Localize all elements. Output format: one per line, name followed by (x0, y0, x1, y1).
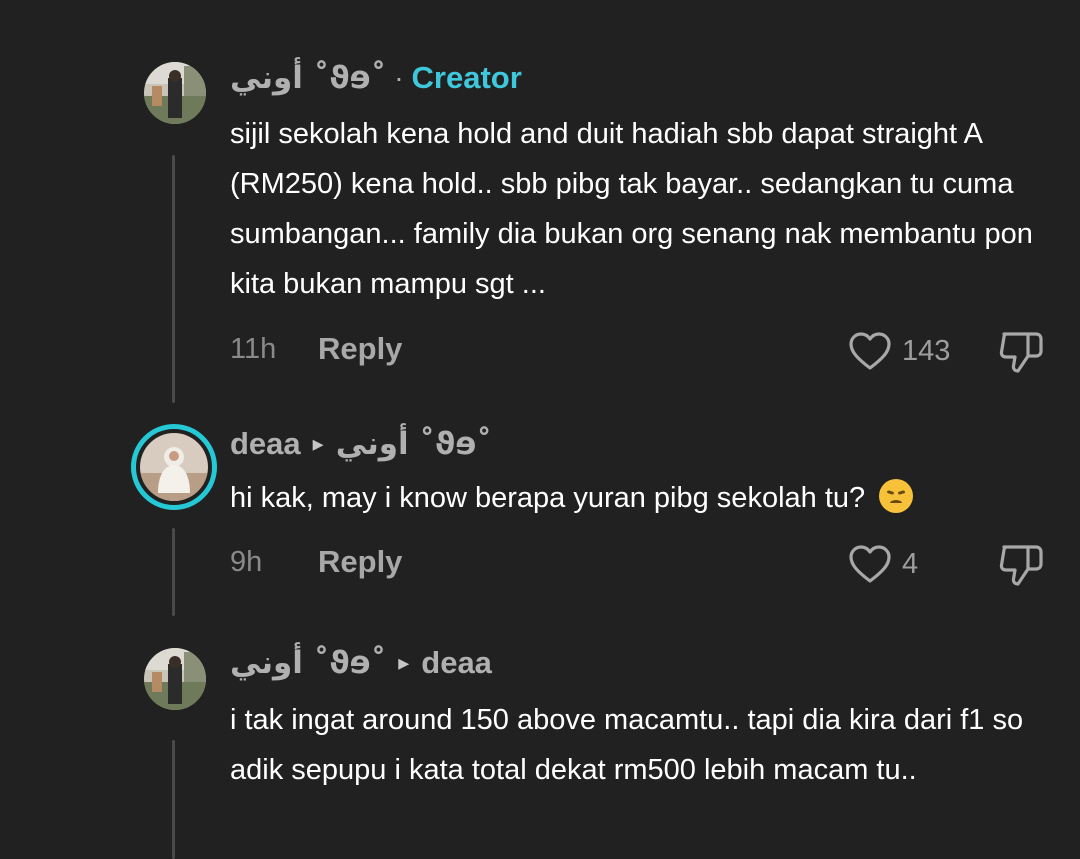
creator-badge: Creator (411, 60, 522, 95)
dislike-button[interactable] (998, 330, 1046, 379)
author-name[interactable]: deaa (230, 426, 301, 462)
comment-header: أوني ˚ϑɘ˚ ▸ deaa (230, 642, 492, 684)
comment-text-content: hi kak, may i know berapa yuran pibg sek… (230, 482, 866, 514)
thumbs-down-icon (999, 545, 1043, 586)
author-name[interactable]: أوني ˚ϑɘ˚ (230, 645, 386, 681)
comment-text: hi kak, may i know berapa yuran pibg sek… (230, 473, 1060, 523)
comment-header: deaa ▸ أوني ˚ϑɘ˚ (230, 423, 492, 465)
timestamp: 11h (230, 332, 277, 365)
disappointed-face-icon (879, 479, 914, 513)
like-count: 4 (902, 547, 919, 580)
thread-line (172, 155, 175, 403)
reply-button[interactable]: Reply (318, 544, 402, 580)
separator: · (394, 62, 404, 93)
comment-text: sijil sekolah kena hold and duit hadiah … (230, 118, 1033, 300)
avatar (140, 433, 208, 501)
reply-to-name[interactable]: أوني ˚ϑɘ˚ (336, 426, 492, 462)
avatar[interactable] (144, 648, 206, 710)
like-count: 143 (902, 334, 951, 367)
reply-to-name[interactable]: deaa (421, 645, 492, 681)
heart-outline-icon (849, 332, 891, 370)
dislike-button[interactable] (998, 543, 1046, 592)
timestamp: 9h (230, 545, 263, 578)
comment-meta: 11h Reply (230, 329, 402, 369)
like-button[interactable]: 4 (848, 544, 918, 584)
heart-outline-icon (849, 545, 891, 583)
comment-meta: 9h Reply (230, 542, 402, 582)
comment-header: أوني ˚ϑɘ˚ · Creator (230, 57, 522, 99)
author-name[interactable]: أوني ˚ϑɘ˚ (230, 60, 386, 96)
story-ring[interactable] (131, 424, 217, 510)
play-triangle-icon: ▸ (312, 431, 324, 456)
thread-line (172, 528, 175, 616)
avatar[interactable] (144, 62, 206, 124)
thumbs-down-icon (999, 332, 1043, 373)
thread-line (172, 740, 175, 859)
like-button[interactable]: 143 (848, 331, 950, 371)
reply-button[interactable]: Reply (318, 331, 402, 367)
play-triangle-icon: ▸ (398, 650, 410, 675)
comment-text: i tak ingat around 150 above macamtu.. t… (230, 704, 1024, 786)
